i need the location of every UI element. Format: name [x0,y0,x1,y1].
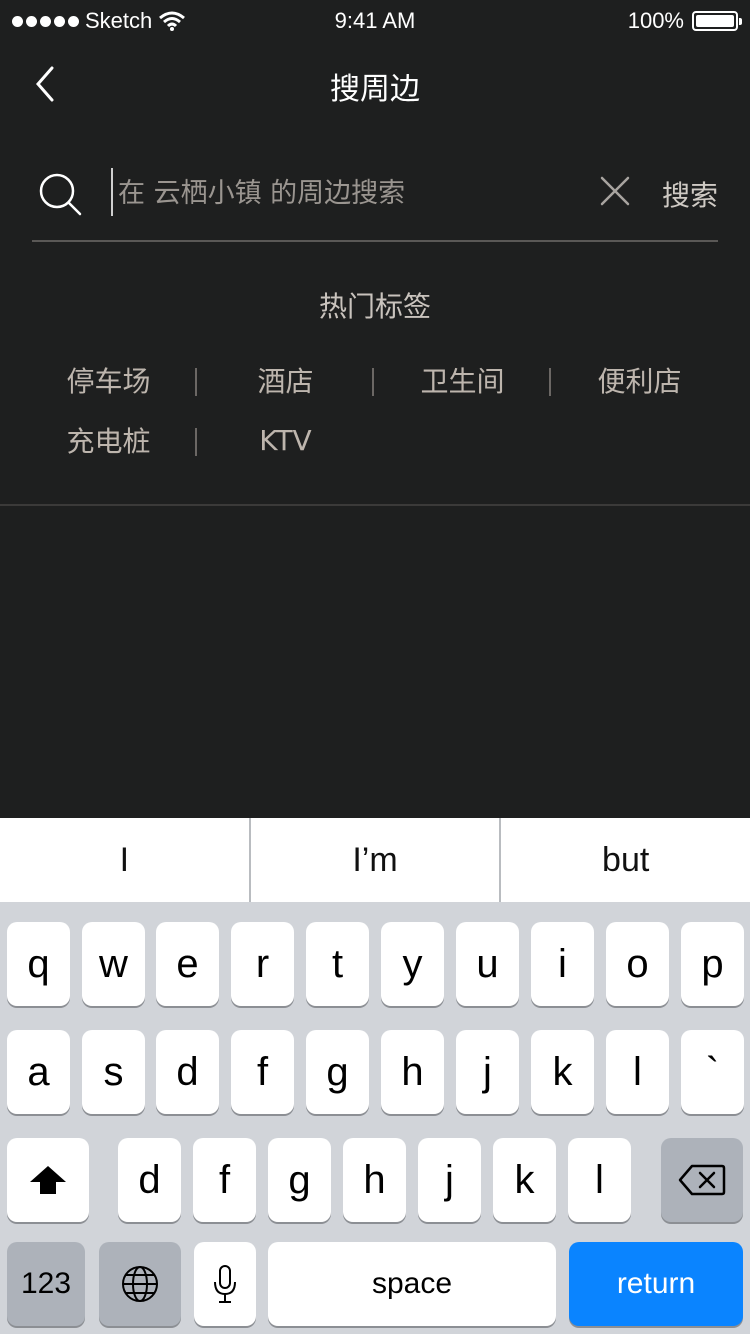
key[interactable]: i [531,922,594,1006]
tag-parking[interactable]: 停车场 [20,360,197,400]
tag-row: 停车场 酒店 卫生间 便利店 [20,350,730,410]
shift-icon [30,1166,66,1194]
key[interactable]: d [118,1138,181,1222]
shift-key[interactable] [7,1138,89,1222]
key[interactable]: ` [681,1030,744,1114]
key[interactable]: k [493,1138,556,1222]
key[interactable]: r [231,922,294,1006]
key[interactable]: f [231,1030,294,1114]
numbers-key[interactable]: 123 [7,1242,85,1326]
hot-tags-title: 热门标签 [318,290,431,323]
key[interactable]: g [306,1030,369,1114]
return-key[interactable]: return [569,1242,743,1326]
globe-icon [122,1266,158,1302]
status-bar: Sketch 9:41 AM 100% [0,0,750,40]
status-right: 100% [627,8,742,34]
key[interactable]: p [681,922,744,1006]
key[interactable]: h [343,1138,406,1222]
key[interactable]: j [456,1030,519,1114]
tag-restroom[interactable]: 卫生间 [374,360,551,400]
key[interactable]: o [606,922,669,1006]
key[interactable]: q [7,922,70,1006]
key[interactable]: h [381,1030,444,1114]
hot-tags: 停车场 酒店 卫生间 便利店 充电桩 KTV [20,350,730,470]
tag-ktv[interactable]: KTV [197,424,374,457]
key[interactable]: j [418,1138,481,1222]
nav-bar: 搜周边 [0,40,750,130]
key[interactable]: y [381,922,444,1006]
space-key[interactable]: space [268,1242,556,1326]
text-cursor [111,168,113,216]
suggestion-item[interactable]: but [501,818,750,902]
page-title: 搜周边 [330,72,420,107]
key[interactable]: e [156,922,219,1006]
globe-key[interactable] [99,1242,181,1326]
key[interactable]: l [606,1030,669,1114]
suggestion-item[interactable]: I [0,818,251,902]
dictation-key[interactable] [194,1242,256,1326]
key[interactable]: s [82,1030,145,1114]
key[interactable]: l [568,1138,631,1222]
battery-icon [692,11,742,31]
key[interactable]: g [268,1138,331,1222]
section-divider [0,504,750,506]
search-input[interactable] [116,170,590,216]
suggestion-bar: I I’m but [0,818,750,902]
search-button[interactable]: 搜索 [662,174,718,214]
key[interactable]: t [306,922,369,1006]
search-bar: 搜索 [32,150,718,242]
battery-percent: 100% [627,8,684,33]
microphone-icon [214,1265,236,1303]
clear-icon[interactable] [598,174,632,208]
key[interactable]: d [156,1030,219,1114]
tag-charging-station[interactable]: 充电桩 [20,420,197,460]
key[interactable]: f [193,1138,256,1222]
backspace-icon [678,1164,726,1196]
search-icon [39,173,82,216]
tag-hotel[interactable]: 酒店 [197,360,374,400]
key[interactable]: k [531,1030,594,1114]
keyboard: I I’m but q w e r t y u i o p a s d f g … [0,818,750,1334]
suggestion-item[interactable]: I’m [251,818,502,902]
tag-convenience-store[interactable]: 便利店 [551,360,728,400]
delete-key[interactable] [661,1138,743,1222]
key[interactable]: w [82,922,145,1006]
tag-row: 充电桩 KTV [20,410,730,470]
key[interactable]: a [7,1030,70,1114]
key[interactable]: u [456,922,519,1006]
